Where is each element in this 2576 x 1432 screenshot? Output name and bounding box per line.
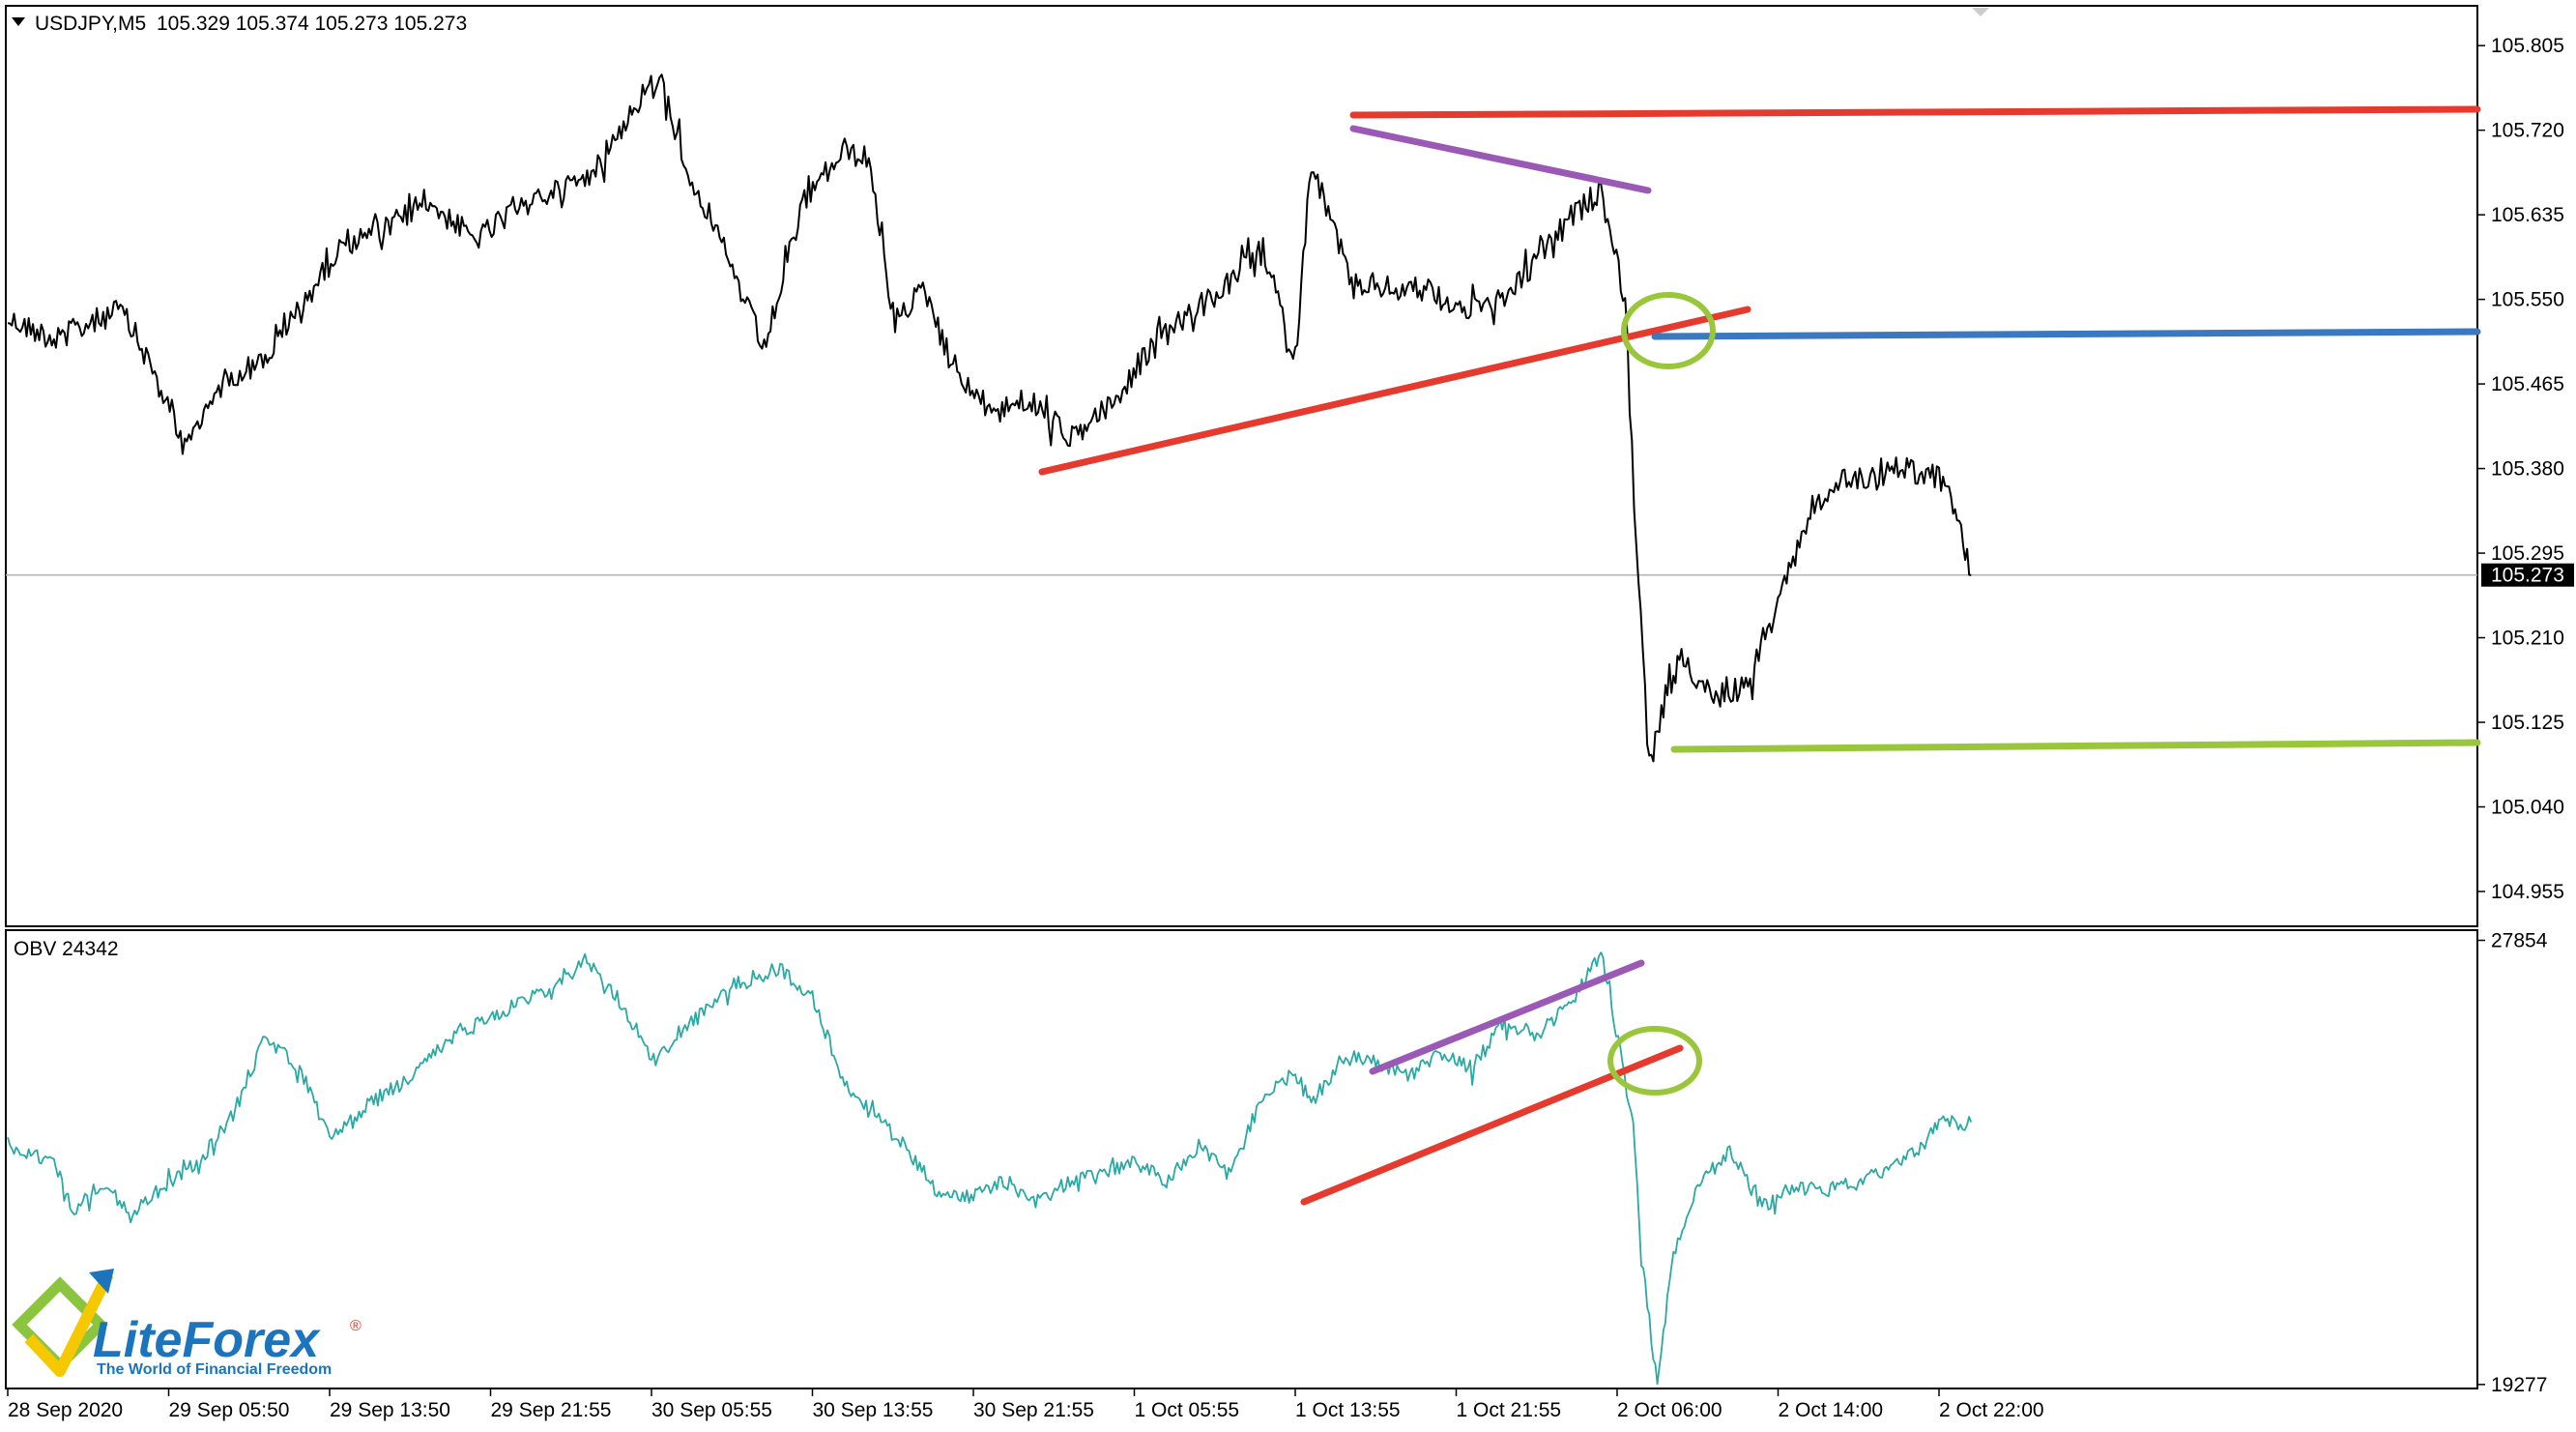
price-tick-label: 105.465	[2491, 373, 2564, 395]
time-tick-label: 2 Oct 14:00	[1779, 1399, 1884, 1421]
time-tick-label: 2 Oct 06:00	[1617, 1399, 1722, 1421]
price-axis: 105.805 105.720 105.635 105.550 105.465 105.3…	[2477, 35, 2574, 903]
symbol-label: USDJPY,M5	[35, 13, 146, 35]
breakout-level-line[interactable]	[1655, 332, 2477, 336]
price-tick-label: 105.125	[2491, 712, 2564, 734]
time-tick-label: 29 Sep 05:50	[169, 1399, 290, 1421]
time-axis: 28 Sep 2020 29 Sep 05:50 29 Sep 13:50 29 Se…	[8, 1388, 2044, 1421]
time-tick-label: 30 Sep 13:55	[813, 1399, 934, 1421]
logo-registered-mark: ®	[350, 1318, 362, 1334]
time-tick-label: 29 Sep 13:50	[330, 1399, 450, 1421]
price-tick-label: 105.550	[2491, 289, 2564, 311]
obv-tick-label: 27854	[2491, 929, 2548, 951]
chart-window: USDJPY,M5 105.329 105.374 105.273 105.27…	[0, 0, 2576, 1427]
price-tick-label: 105.635	[2491, 204, 2564, 226]
price-tick-label: 105.210	[2491, 628, 2564, 650]
current-price-label: 105.273	[2491, 565, 2564, 587]
logo-wordmark: LiteForex	[93, 1312, 321, 1368]
price-tick-label: 105.720	[2491, 120, 2564, 142]
chart-svg: USDJPY,M5 105.329 105.374 105.273 105.27…	[0, 0, 2576, 1427]
price-tick-label: 105.805	[2491, 35, 2564, 57]
obv-panel[interactable]	[6, 930, 2477, 1388]
time-tick-label: 2 Oct 22:00	[1939, 1399, 2044, 1421]
time-tick-label: 1 Oct 05:55	[1135, 1399, 1240, 1421]
price-tick-label: 104.955	[2491, 881, 2564, 903]
time-tick-label: 28 Sep 2020	[8, 1399, 123, 1421]
price-panel[interactable]	[6, 6, 2477, 926]
obv-label: OBV 24342	[14, 938, 119, 960]
logo-tagline: The World of Financial Freedom	[97, 1361, 332, 1378]
obv-axis: 27854 19277	[2477, 929, 2548, 1395]
price-tick-label: 105.380	[2491, 458, 2564, 481]
time-tick-label: 29 Sep 21:55	[491, 1399, 612, 1421]
time-tick-label: 1 Oct 21:55	[1457, 1399, 1562, 1421]
time-tick-label: 1 Oct 13:55	[1295, 1399, 1401, 1421]
price-tick-label: 105.040	[2491, 796, 2564, 818]
price-tick-label: 105.295	[2491, 542, 2564, 565]
ohlc-label: 105.329 105.374 105.273 105.273	[157, 13, 467, 35]
time-tick-label: 30 Sep 05:55	[651, 1399, 772, 1421]
time-tick-label: 30 Sep 21:55	[973, 1399, 1094, 1421]
obv-tick-label: 19277	[2491, 1374, 2547, 1396]
